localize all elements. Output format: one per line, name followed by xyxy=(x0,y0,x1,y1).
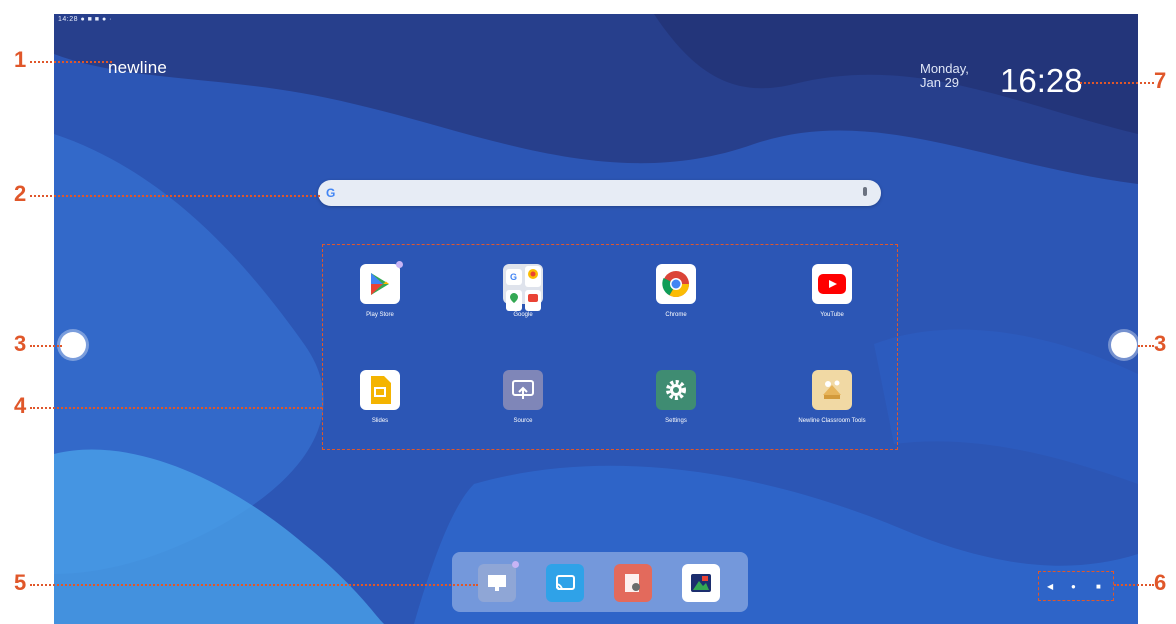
home-button[interactable]: ● xyxy=(1071,582,1076,591)
whiteboard-icon[interactable] xyxy=(478,561,519,602)
google-folder-icon: G xyxy=(503,264,543,311)
classroom-tools-icon xyxy=(812,370,852,410)
chrome-icon xyxy=(656,264,696,304)
app-google[interactable]: G Google xyxy=(468,264,578,318)
google-icon: G xyxy=(326,186,336,200)
callout-6: 6 xyxy=(1154,570,1167,595)
callout-5: 5 xyxy=(14,570,27,595)
app-chrome[interactable]: Chrome xyxy=(621,264,731,318)
app-play-store[interactable]: Play Store xyxy=(325,261,435,318)
app-settings[interactable]: Settings xyxy=(621,370,731,424)
right-sidebar-button[interactable] xyxy=(1111,332,1137,358)
home-screen: 14:28 ● ■ ■ ● · newline Monday, Jan 29 1… xyxy=(54,14,1138,624)
clock-day: Monday, xyxy=(920,61,969,76)
leader-line-6 xyxy=(1114,584,1154,586)
leader-line-2 xyxy=(30,195,320,197)
notification-dot xyxy=(512,561,519,568)
app-label: Slides xyxy=(371,418,389,424)
callout-4: 4 xyxy=(14,393,27,418)
leader-line-1 xyxy=(30,61,112,63)
app-label: Source xyxy=(513,418,533,424)
leader-line-3-left xyxy=(30,345,62,347)
leader-line-4 xyxy=(30,407,322,409)
clock-time: 16:28 xyxy=(1000,62,1083,99)
app-label: Google xyxy=(513,312,533,318)
app-youtube[interactable]: YouTube xyxy=(777,264,887,318)
settings-icon xyxy=(656,370,696,410)
google-search-bar[interactable]: G xyxy=(318,180,881,206)
app-label: Chrome xyxy=(665,312,687,318)
dock xyxy=(452,552,748,612)
callout-3-right: 3 xyxy=(1154,331,1167,356)
app-label: Play Store xyxy=(366,312,394,318)
callout-2: 2 xyxy=(14,181,27,206)
clock-date: Monday, Jan 29 xyxy=(920,62,969,90)
app-source[interactable]: Source xyxy=(468,370,578,424)
microphone-icon[interactable] xyxy=(863,187,867,196)
cast-icon[interactable] xyxy=(546,564,584,602)
app-label: Settings xyxy=(665,418,687,424)
source-icon xyxy=(503,370,543,410)
callout-1: 1 xyxy=(14,47,27,72)
play-store-icon xyxy=(360,261,403,304)
slides-icon xyxy=(360,370,400,410)
app-newline-classroom-tools[interactable]: Newline Classroom Tools xyxy=(777,370,887,424)
leader-line-3-right xyxy=(1138,345,1154,347)
youtube-icon xyxy=(812,264,852,304)
back-button[interactable]: ◀ xyxy=(1047,582,1053,591)
clock-month-day: Jan 29 xyxy=(920,75,960,90)
app-slides[interactable]: Slides xyxy=(325,370,435,424)
navigation-buttons: ◀ ● ■ xyxy=(1038,571,1114,601)
leader-line-7 xyxy=(1080,82,1154,84)
leader-line-5 xyxy=(30,584,478,586)
newline-logo: newline xyxy=(108,58,168,77)
gallery-icon[interactable] xyxy=(682,564,720,602)
file-manager-icon[interactable] xyxy=(614,564,652,602)
recents-button[interactable]: ■ xyxy=(1096,582,1101,591)
left-sidebar-button[interactable] xyxy=(60,332,86,358)
status-bar: 14:28 ● ■ ■ ● · xyxy=(58,16,112,23)
callout-7: 7 xyxy=(1154,68,1167,93)
notification-dot xyxy=(396,261,403,268)
app-label: YouTube xyxy=(820,312,844,318)
app-label: Newline Classroom Tools xyxy=(798,418,866,424)
callout-3-left: 3 xyxy=(14,331,27,356)
